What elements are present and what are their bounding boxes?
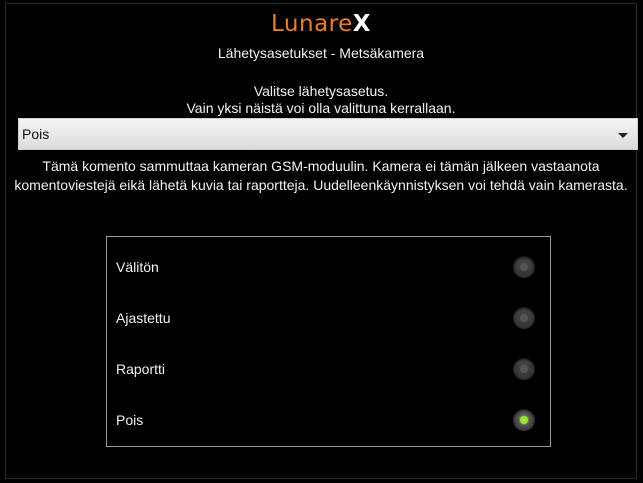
option-raportti[interactable]: Raportti [107,343,550,395]
radio-dot-icon [520,416,528,424]
page-title: Lähetysasetukset - Metsäkamera [217,45,425,61]
send-setting-dropdown[interactable]: Pois [18,118,638,150]
instruction-line-2: Vain yksi näistä voi olla valittuna kerr… [186,100,456,116]
radio-dot-icon [520,314,528,322]
option-label: Pois [116,412,144,428]
logo-part-lunare: Lunare [271,11,353,37]
radio-dot-icon [520,263,528,271]
send-setting-radio-group: Välitön Ajastettu Raportti Pois [106,236,551,447]
dropdown-selected-value: Pois [22,126,50,142]
setting-description: Tämä komento sammuttaa kameran GSM-moduu… [14,158,628,193]
option-label: Välitön [116,259,159,275]
radio-button[interactable] [513,307,535,329]
logo-part-x: X [352,11,371,37]
app-screen: LunareX Lähetysasetukset - Metsäkamera V… [5,3,638,479]
option-label: Ajastettu [116,310,171,326]
radio-button[interactable] [513,256,535,278]
app-logo: LunareX [6,10,636,38]
instructions: Valitse lähetysasetus. Vain yksi näistä … [6,83,636,117]
option-label: Raportti [116,361,166,377]
instruction-line-1: Valitse lähetysasetus. [253,83,389,99]
option-valiton[interactable]: Välitön [107,241,550,293]
option-pois[interactable]: Pois [107,394,550,446]
radio-dot-icon [520,365,528,373]
radio-button[interactable] [513,409,535,431]
radio-button[interactable] [513,358,535,380]
chevron-down-icon [618,133,628,138]
option-ajastettu[interactable]: Ajastettu [107,292,550,344]
